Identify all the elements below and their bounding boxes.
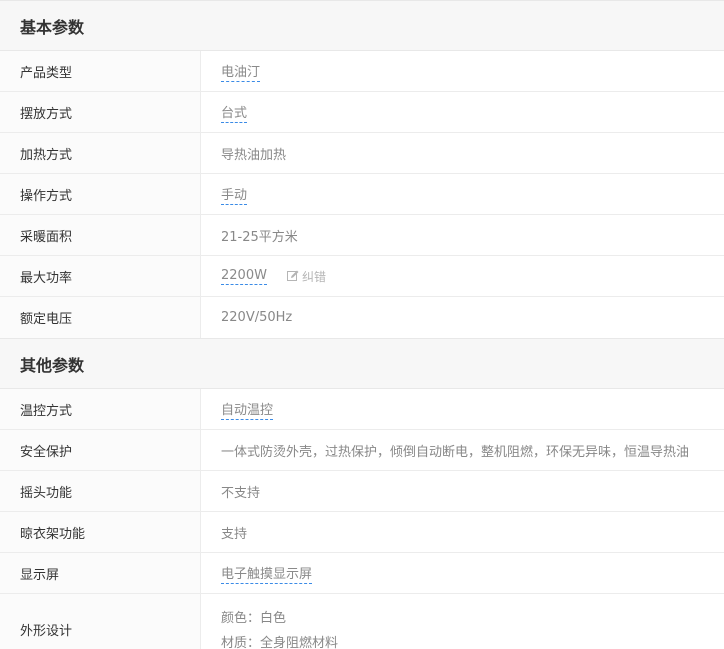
spec-value: 自动温控 xyxy=(201,389,724,429)
safety-text: 一体式防烫外壳，过热保护，倾倒自动断电，整机阻燃，环保无异味，恒温导热油 xyxy=(221,444,690,460)
temp-control-link[interactable]: 自动温控 xyxy=(221,399,274,420)
spec-value: 支持 xyxy=(201,512,724,552)
spec-row-safety: 安全保护 一体式防烫外壳，过热保护，倾倒自动断电，整机阻燃，环保无异味，恒温导热… xyxy=(0,430,724,471)
max-power-link[interactable]: 2200W xyxy=(221,268,267,285)
product-type-link[interactable]: 电油汀 xyxy=(221,61,261,82)
spec-row-appearance: 外形设计 颜色：白色 材质：全身阻燃材料 xyxy=(0,594,724,649)
correct-error-label: 纠错 xyxy=(301,269,326,284)
spec-label: 摇头功能 xyxy=(0,471,201,511)
appearance-material-text: 材质：全身阻燃材料 xyxy=(221,636,339,649)
rated-voltage-text: 220V/50Hz xyxy=(221,310,293,325)
spec-row-drying-rack: 晾衣架功能 支持 xyxy=(0,512,724,553)
spec-row-oscillation: 摇头功能 不支持 xyxy=(0,471,724,512)
spec-label: 显示屏 xyxy=(0,553,201,593)
spec-row-heating-area: 采暖面积 21-25平方米 xyxy=(0,215,724,256)
correct-error-button[interactable]: 纠错 xyxy=(286,268,326,285)
spec-row-temp-control: 温控方式 自动温控 xyxy=(0,389,724,430)
spec-value: 21-25平方米 xyxy=(201,215,724,255)
appearance-color-text: 颜色：白色 xyxy=(221,611,287,626)
heating-area-text: 21-25平方米 xyxy=(221,229,298,245)
display-link[interactable]: 电子触摸显示屏 xyxy=(221,563,313,584)
spec-row-display: 显示屏 电子触摸显示屏 xyxy=(0,553,724,594)
spec-value: 电油汀 xyxy=(201,51,724,91)
operation-link[interactable]: 手动 xyxy=(221,184,248,205)
section-header-basic: 基本参数 xyxy=(0,0,724,51)
spec-value: 颜色：白色 材质：全身阻燃材料 xyxy=(201,594,724,649)
spec-table: 基本参数 产品类型 电油汀 摆放方式 台式 加热方式 导热油加热 操作方式 手动… xyxy=(0,0,724,649)
spec-label: 摆放方式 xyxy=(0,92,201,132)
spec-row-product-type: 产品类型 电油汀 xyxy=(0,51,724,92)
spec-label: 采暖面积 xyxy=(0,215,201,255)
edit-icon xyxy=(286,270,299,281)
spec-row-placement: 摆放方式 台式 xyxy=(0,92,724,133)
spec-label: 加热方式 xyxy=(0,133,201,173)
section-header-other: 其他参数 xyxy=(0,338,724,389)
spec-value: 手动 xyxy=(201,174,724,214)
spec-row-heating-method: 加热方式 导热油加热 xyxy=(0,133,724,174)
spec-row-max-power: 最大功率 2200W 纠错 xyxy=(0,256,724,297)
spec-value: 导热油加热 xyxy=(201,133,724,173)
spec-value: 2200W 纠错 xyxy=(201,256,724,296)
spec-label: 安全保护 xyxy=(0,430,201,470)
spec-label: 外形设计 xyxy=(0,594,201,649)
spec-row-operation: 操作方式 手动 xyxy=(0,174,724,215)
placement-link[interactable]: 台式 xyxy=(221,102,248,123)
spec-label: 晾衣架功能 xyxy=(0,512,201,552)
spec-label: 温控方式 xyxy=(0,389,201,429)
spec-value: 一体式防烫外壳，过热保护，倾倒自动断电，整机阻燃，环保无异味，恒温导热油 xyxy=(201,430,724,470)
heating-method-text: 导热油加热 xyxy=(221,147,287,163)
spec-label: 产品类型 xyxy=(0,51,201,91)
oscillation-text: 不支持 xyxy=(221,485,261,501)
spec-value: 220V/50Hz xyxy=(201,297,724,338)
spec-label: 操作方式 xyxy=(0,174,201,214)
spec-label: 额定电压 xyxy=(0,297,201,338)
spec-value: 台式 xyxy=(201,92,724,132)
spec-value: 不支持 xyxy=(201,471,724,511)
spec-value: 电子触摸显示屏 xyxy=(201,553,724,593)
drying-rack-text: 支持 xyxy=(221,526,248,542)
spec-row-rated-voltage: 额定电压 220V/50Hz xyxy=(0,297,724,338)
spec-label: 最大功率 xyxy=(0,256,201,296)
